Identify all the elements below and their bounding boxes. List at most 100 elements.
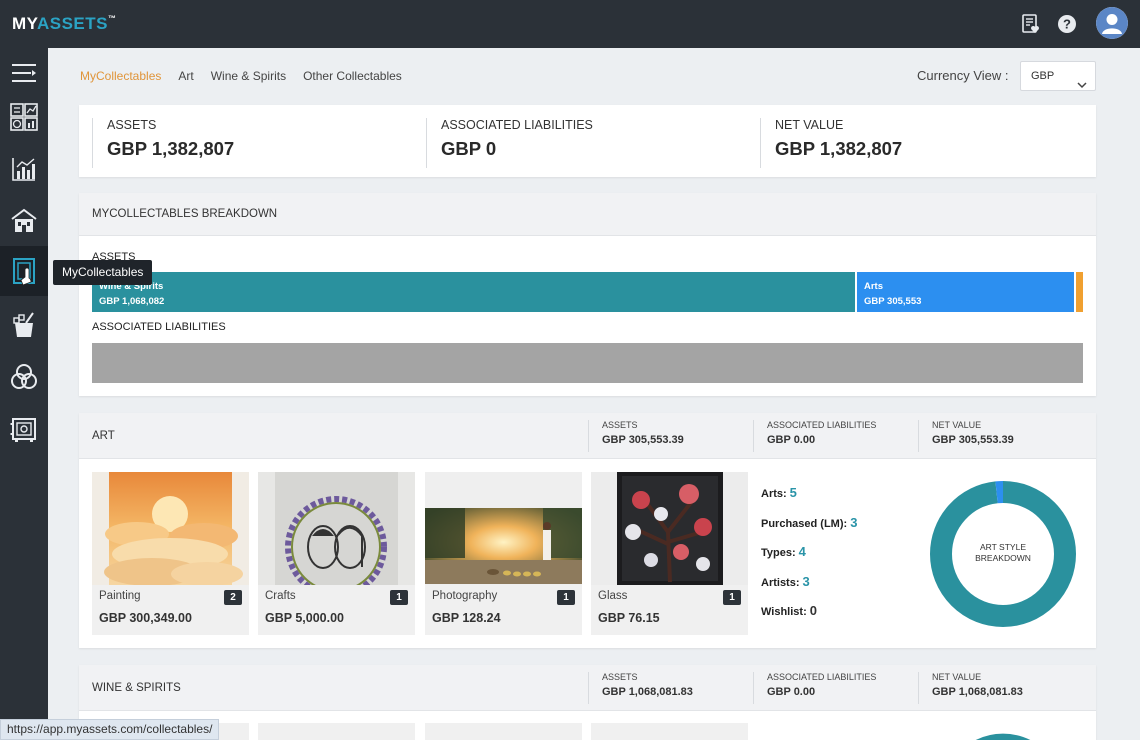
tile-count-badge: 1 — [557, 590, 575, 605]
stat-value[interactable]: 5 — [790, 485, 797, 500]
tile-price: GBP 76.15 — [598, 611, 660, 625]
art-liabilities-stat: ASSOCIATED LIABILITIES GBP 0.00 — [753, 420, 876, 452]
menu-expand-icon[interactable] — [0, 48, 48, 98]
art-style-donut[interactable]: ART STYLE BREAKDOWN — [928, 479, 1078, 629]
tile-count-badge: 1 — [723, 590, 741, 605]
wine-header: WINE & SPIRITS ASSETS GBP 1,068,081.83 A… — [79, 665, 1096, 711]
stat-value[interactable]: 3 — [803, 574, 810, 589]
crafts-thumbnail — [258, 472, 415, 585]
main-content: MyCollectables Art Wine & Spirits Other … — [48, 48, 1140, 740]
art-tile-photography[interactable]: Photography 1 GBP 128.24 — [425, 472, 582, 635]
art-stats-list: Arts: 5 Purchased (LM): 3 Types: 4 Artists:… — [761, 485, 857, 633]
logo-tm: ™ — [107, 14, 117, 23]
report-heart-icon[interactable] — [1018, 11, 1044, 37]
tile-count-badge: 2 — [224, 590, 242, 605]
subnav-mycollectables[interactable]: MyCollectables — [80, 69, 161, 83]
safe-icon[interactable] — [0, 404, 48, 454]
top-bar: MYASSETS™ ? — [0, 0, 1140, 48]
art-section: ART ASSETS GBP 305,553.39 ASSOCIATED LIA… — [79, 413, 1096, 648]
status-bar-url: https://app.myassets.com/collectables/ — [0, 719, 220, 740]
segment-name: Arts — [864, 281, 884, 292]
subnav-other-collectables[interactable]: Other Collectables — [303, 69, 402, 83]
summary-liabilities: ASSOCIATED LIABILITIES GBP 0 — [426, 118, 593, 168]
logo-my-text: MY — [12, 14, 37, 33]
tile-price: GBP 300,349.00 — [99, 611, 192, 625]
collectables-subnav: MyCollectables Art Wine & Spirits Other … — [80, 69, 419, 83]
tile-name: Crafts — [265, 590, 296, 602]
breakdown-segment[interactable]: Arts GBP 305,553 — [857, 272, 1074, 312]
stat-value[interactable]: 3 — [850, 515, 857, 530]
art-net-label: NET VALUE — [932, 420, 982, 430]
donut-label-line1: ART STYLE — [980, 542, 1026, 552]
currency-select[interactable]: GBP — [1020, 61, 1096, 91]
art-tile-painting[interactable]: Painting 2 GBP 300,349.00 — [92, 472, 249, 635]
stat-label: Types: — [761, 547, 796, 559]
photography-thumbnail — [425, 472, 582, 585]
art-tile-glass[interactable]: Glass 1 GBP 76.15 — [591, 472, 748, 635]
subnav-art[interactable]: Art — [178, 69, 193, 83]
summary-net-label: NET VALUE — [775, 118, 844, 132]
summary-liabilities-value: GBP 0 — [441, 138, 497, 159]
wine-tile[interactable] — [591, 723, 748, 740]
summary-card: ASSETS GBP 1,382,807 ASSOCIATED LIABILIT… — [79, 105, 1096, 177]
tile-name: Photography — [432, 590, 498, 602]
app-logo[interactable]: MYASSETS™ — [12, 14, 116, 34]
breakdown-segment[interactable] — [1076, 272, 1083, 312]
tile-name: Painting — [99, 590, 141, 602]
other-collectables-icon[interactable] — [0, 352, 48, 402]
dashboard-icon[interactable] — [0, 92, 48, 142]
investments-icon[interactable] — [0, 144, 48, 194]
donut-label-line2: BREAKDOWN — [975, 553, 1031, 563]
wine-assets-stat: ASSETS GBP 1,068,081.83 — [588, 672, 693, 704]
wine-net-label: NET VALUE — [932, 672, 982, 682]
stat-value: 0 — [809, 603, 817, 618]
breakdown-card: MYCOLLECTABLES BREAKDOWN ASSETS Wine & S… — [79, 193, 1096, 396]
art-assets-value: GBP 305,553.39 — [602, 434, 684, 446]
user-avatar-icon[interactable] — [1096, 7, 1128, 39]
segment-name: Wine & Spirits — [99, 281, 164, 292]
currency-selected-value: GBP — [1031, 70, 1055, 82]
wine-assets-label: ASSETS — [602, 672, 638, 682]
collectables-icon[interactable] — [0, 246, 48, 296]
summary-liabilities-label: ASSOCIATED LIABILITIES — [441, 118, 593, 132]
summary-assets-value: GBP 1,382,807 — [107, 138, 235, 159]
wine-tile[interactable] — [258, 723, 415, 740]
art-tile-crafts[interactable]: Crafts 1 GBP 5,000.00 — [258, 472, 415, 635]
liabilities-bar[interactable] — [92, 343, 1083, 383]
stat-artists: Artists: 3 — [761, 574, 857, 604]
tile-count-badge: 1 — [390, 590, 408, 605]
art-net-value: GBP 305,553.39 — [932, 434, 1014, 446]
stat-label: Wishlist: — [761, 606, 807, 618]
subnav-wine-spirits[interactable]: Wine & Spirits — [211, 69, 286, 83]
wine-donut-partial — [975, 733, 1031, 740]
breakdown-segment[interactable]: Wine & Spirits GBP 1,068,082 — [92, 272, 855, 312]
segment-value: GBP 305,553 — [864, 296, 922, 307]
stat-purchased: Purchased (LM): 3 — [761, 515, 857, 545]
wine-title: WINE & SPIRITS — [92, 682, 181, 694]
svg-text:?: ? — [1063, 17, 1071, 32]
art-assets-label: ASSETS — [602, 420, 638, 430]
help-icon[interactable]: ? — [1054, 11, 1080, 37]
summary-net-value: NET VALUE GBP 1,382,807 — [760, 118, 902, 168]
wine-assets-value: GBP 1,068,081.83 — [602, 686, 693, 698]
wine-liabilities-stat: ASSOCIATED LIABILITIES GBP 0.00 — [753, 672, 876, 704]
breakdown-title: MYCOLLECTABLES BREAKDOWN — [92, 208, 278, 220]
stat-label: Purchased (LM): — [761, 517, 848, 530]
stat-arts: Arts: 5 — [761, 485, 857, 515]
breakdown-header: MYCOLLECTABLES BREAKDOWN — [79, 193, 1096, 236]
stat-value[interactable]: 4 — [799, 544, 806, 559]
chevron-down-icon — [1077, 72, 1087, 100]
glass-thumbnail — [591, 472, 748, 585]
summary-assets-label: ASSETS — [107, 118, 157, 132]
painting-thumbnail — [92, 472, 249, 585]
wine-liabilities-label: ASSOCIATED LIABILITIES — [767, 672, 877, 682]
wine-spirits-icon[interactable] — [0, 300, 48, 350]
summary-assets: ASSETS GBP 1,382,807 — [92, 118, 234, 168]
stat-wishlist: Wishlist: 0 — [761, 603, 857, 633]
property-icon[interactable] — [0, 196, 48, 246]
stat-types: Types: 4 — [761, 544, 857, 574]
art-liabilities-value: GBP 0.00 — [767, 434, 816, 446]
wine-tile[interactable] — [425, 723, 582, 740]
art-net-stat: NET VALUE GBP 305,553.39 — [918, 420, 1014, 452]
art-liabilities-label: ASSOCIATED LIABILITIES — [767, 420, 877, 430]
